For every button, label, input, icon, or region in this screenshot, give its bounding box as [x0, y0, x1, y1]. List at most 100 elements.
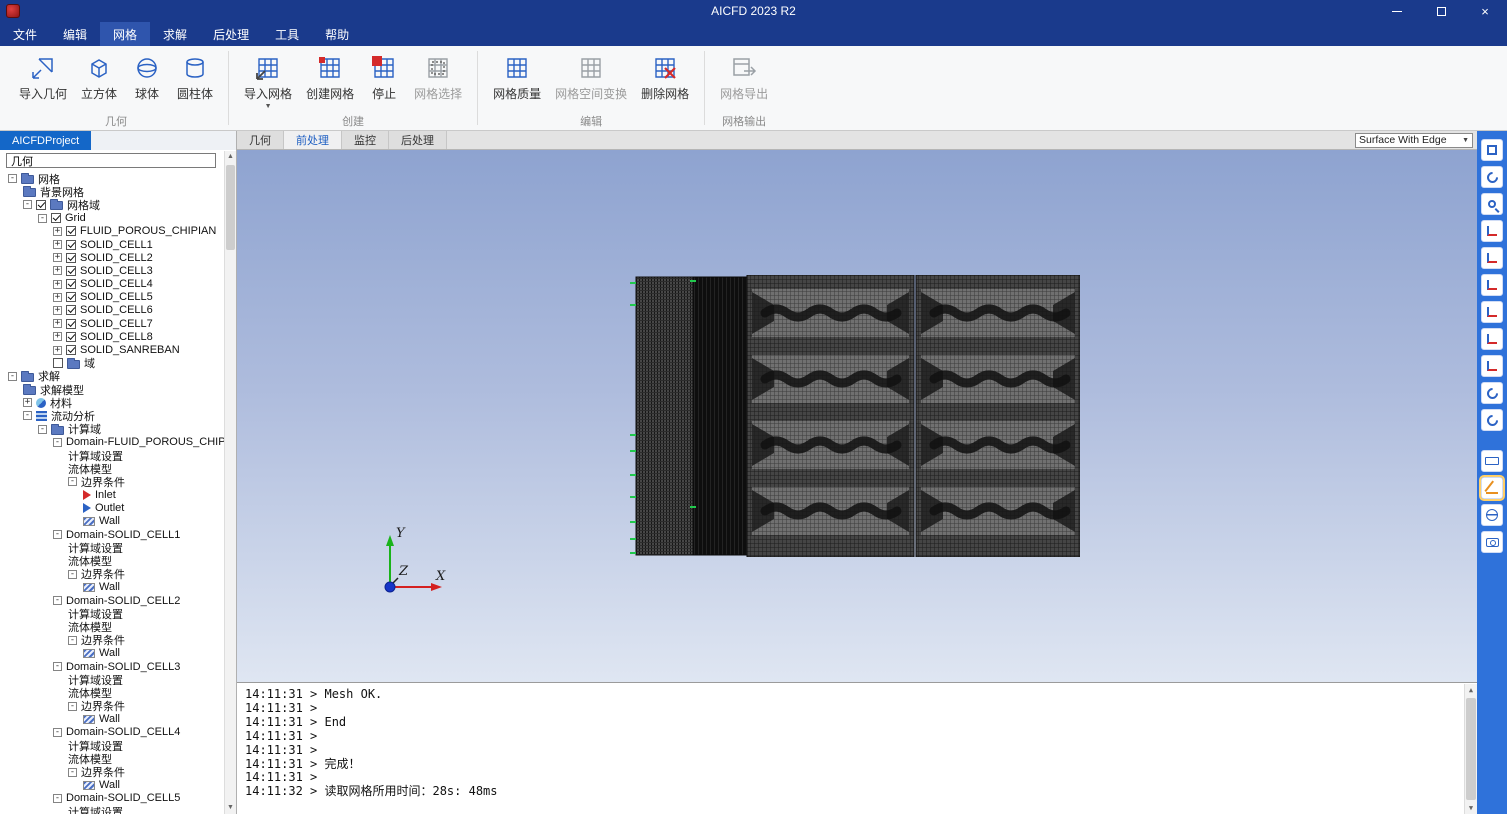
cube-button[interactable]: 立方体: [74, 49, 124, 102]
measure-angle-button[interactable]: [1479, 475, 1505, 501]
view-tab-3[interactable]: 后处理: [389, 131, 447, 149]
tree-item[interactable]: - Grid: [0, 212, 224, 225]
tree-item[interactable]: 计算域设置: [0, 739, 224, 753]
tree-item[interactable]: + SOLID_CELL4: [0, 278, 224, 291]
view-bottom-button[interactable]: [1481, 355, 1503, 377]
tree-item[interactable]: - 边界条件: [0, 568, 224, 581]
tree-item[interactable]: 域: [0, 357, 224, 370]
console-scrollbar[interactable]: ▲ ▼: [1464, 684, 1477, 814]
mesh-export-button[interactable]: 网格导出: [713, 49, 775, 102]
render-style-button[interactable]: [1481, 504, 1503, 526]
tree-item[interactable]: - 网格域: [0, 198, 224, 212]
view-top-button[interactable]: [1481, 328, 1503, 350]
menu-item-solve[interactable]: 求解: [150, 22, 200, 46]
tree-item[interactable]: Wall: [0, 515, 224, 528]
collapse-icon[interactable]: -: [53, 596, 62, 606]
view-left-button[interactable]: [1481, 220, 1503, 242]
scroll-down-icon[interactable]: ▼: [1465, 802, 1477, 814]
stop-mesh-button[interactable]: 停止: [361, 49, 407, 102]
tree-checkbox[interactable]: [36, 199, 46, 210]
tree-item[interactable]: 计算域设置: [0, 607, 224, 621]
menu-item-file[interactable]: 文件: [0, 22, 50, 46]
collapse-icon[interactable]: -: [68, 569, 77, 579]
rotate-cw-button[interactable]: [1481, 409, 1503, 431]
tree-checkbox[interactable]: [66, 265, 76, 276]
menu-item-help[interactable]: 帮助: [312, 22, 362, 46]
mesh-transform-button[interactable]: 网格空间变换: [548, 49, 634, 102]
refresh-view-button[interactable]: [1481, 166, 1503, 188]
tree-item[interactable]: Wall: [0, 647, 224, 660]
sphere-button[interactable]: 球体: [124, 49, 170, 102]
view-tab-1[interactable]: 前处理: [284, 131, 342, 149]
scroll-up-icon[interactable]: ▲: [1465, 684, 1477, 696]
project-tab[interactable]: AICFDProject: [0, 131, 92, 150]
tree-item[interactable]: 计算域设置: [0, 541, 224, 555]
tree-item[interactable]: + SOLID_CELL6: [0, 304, 224, 317]
expand-icon[interactable]: +: [53, 226, 62, 236]
collapse-icon[interactable]: -: [8, 371, 17, 381]
tree-item[interactable]: 求解模型: [0, 383, 224, 397]
cylinder-button[interactable]: 圆柱体: [170, 49, 220, 102]
tree-item[interactable]: 计算域设置: [0, 805, 224, 814]
collapse-icon[interactable]: -: [68, 767, 77, 777]
tree-item[interactable]: Wall: [0, 779, 224, 792]
fit-view-button[interactable]: [1481, 193, 1503, 215]
tree-checkbox[interactable]: [66, 279, 76, 290]
expand-icon[interactable]: +: [53, 253, 62, 263]
tree-checkbox[interactable]: [66, 292, 76, 303]
maximize-button[interactable]: [1419, 0, 1463, 22]
tree-item[interactable]: - 流动分析: [0, 409, 224, 423]
console-scroll-thumb[interactable]: [1466, 698, 1476, 800]
tree-checkbox[interactable]: [66, 239, 76, 250]
tree-checkbox[interactable]: [66, 226, 76, 237]
menu-item-mesh[interactable]: 网格: [100, 22, 151, 46]
tree-item[interactable]: 计算域设置: [0, 449, 224, 463]
expand-icon[interactable]: +: [53, 345, 62, 355]
tree-item[interactable]: + SOLID_CELL2: [0, 251, 224, 264]
collapse-icon[interactable]: -: [68, 701, 77, 711]
tree-checkbox[interactable]: [66, 345, 76, 356]
tree-item[interactable]: - 求解: [0, 370, 224, 383]
collapse-icon[interactable]: -: [38, 213, 47, 223]
expand-icon[interactable]: +: [53, 292, 62, 302]
expand-icon[interactable]: +: [53, 240, 62, 250]
tree-item[interactable]: + FLUID_POROUS_CHIPIAN: [0, 225, 224, 238]
tree-item[interactable]: 计算域设置: [0, 673, 224, 687]
collapse-icon[interactable]: -: [68, 477, 77, 487]
screenshot-button[interactable]: [1481, 531, 1503, 553]
view-tab-2[interactable]: 监控: [342, 131, 389, 149]
viewport-3d[interactable]: Y X Z: [237, 150, 1477, 682]
expand-icon[interactable]: +: [53, 279, 62, 289]
import-mesh-button[interactable]: 导入网格 ▼: [237, 49, 299, 110]
tree-item[interactable]: - 网格: [0, 172, 224, 186]
close-button[interactable]: ×: [1463, 0, 1507, 22]
tree-item[interactable]: + SOLID_SANREBAN: [0, 343, 224, 356]
scroll-down-icon[interactable]: ▼: [225, 802, 236, 814]
tree-checkbox[interactable]: [51, 213, 61, 224]
tree-item[interactable]: + SOLID_CELL3: [0, 264, 224, 277]
collapse-icon[interactable]: -: [53, 662, 62, 672]
expand-icon[interactable]: +: [23, 398, 32, 408]
expand-icon[interactable]: +: [53, 319, 62, 329]
collapse-icon[interactable]: -: [38, 424, 47, 434]
tree-item[interactable]: - 边界条件: [0, 634, 224, 647]
mesh-view[interactable]: [630, 275, 1080, 557]
tree-checkbox[interactable]: [66, 252, 76, 263]
tree-item[interactable]: Wall: [0, 713, 224, 726]
import-geometry-button[interactable]: 导入几何: [12, 49, 74, 102]
screen-layout-button[interactable]: [1481, 139, 1503, 161]
minimize-button[interactable]: [1375, 0, 1419, 22]
display-mode-select[interactable]: Surface With Edge ▼: [1355, 132, 1473, 148]
tree-item[interactable]: 背景网格: [0, 185, 224, 199]
view-right-button[interactable]: [1481, 247, 1503, 269]
collapse-icon[interactable]: -: [53, 793, 62, 803]
tree-scroll-thumb[interactable]: [226, 165, 235, 250]
rotate-ccw-button[interactable]: [1481, 382, 1503, 404]
collapse-icon[interactable]: -: [53, 530, 62, 540]
view-front-button[interactable]: [1481, 274, 1503, 296]
tree-item[interactable]: + 材料: [0, 396, 224, 410]
expand-icon[interactable]: +: [53, 305, 62, 315]
view-tab-0[interactable]: 几何: [237, 131, 284, 149]
scroll-up-icon[interactable]: ▲: [225, 151, 236, 163]
expand-icon[interactable]: +: [53, 332, 62, 342]
